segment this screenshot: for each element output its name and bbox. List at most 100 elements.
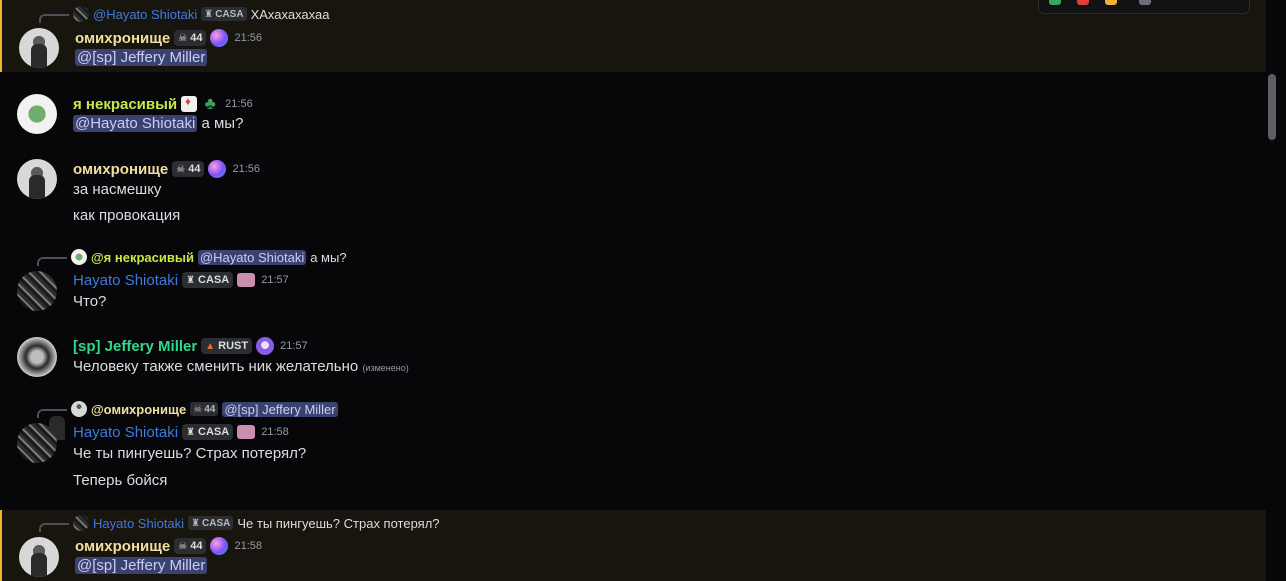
- orb-badge-icon: [208, 160, 227, 178]
- pink-badge-icon: [237, 273, 256, 287]
- reply-text: Че ты пингуешь? Страх потерял?: [237, 515, 440, 531]
- clover-icon: ♣: [204, 94, 216, 113]
- timestamp: 21:56: [225, 98, 253, 110]
- author-name[interactable]: я некрасивый: [73, 96, 177, 113]
- avatar[interactable]: [17, 337, 57, 377]
- message[interactable]: @я некрасивый @Hayato Shiotaki а мы? Hay…: [0, 248, 1264, 318]
- message-text: Человеку также сменить ник желательно: [73, 358, 359, 375]
- tag-text: CASA: [198, 426, 230, 438]
- message-text: как провокация: [73, 207, 181, 224]
- server-tag[interactable]: ☠ 44: [174, 538, 207, 554]
- reply-author[interactable]: @омихронище: [91, 402, 186, 417]
- reply-text: а мы?: [310, 249, 347, 265]
- message-header: я некрасивый ♣ 21:56: [73, 94, 253, 114]
- reply-tag-text: 44: [204, 403, 216, 415]
- message-header: омихронище ☠ 44 21:56: [75, 28, 262, 48]
- reply-tag: ☠ 44: [190, 402, 219, 416]
- tag-text: 44: [190, 32, 203, 44]
- server-tag[interactable]: ♜ CASA: [182, 272, 234, 288]
- server-tag[interactable]: ☠ 44: [174, 30, 207, 46]
- user-mention[interactable]: @Hayato Shiotaki: [73, 115, 198, 132]
- user-mention[interactable]: @[sp] Jeffery Miller: [75, 49, 208, 66]
- reaction-check-icon[interactable]: [1049, 0, 1061, 5]
- edited-label: (изменено): [362, 363, 409, 373]
- skull-icon: ☠: [178, 32, 188, 44]
- reaction-smile-icon[interactable]: [1105, 0, 1117, 5]
- server-tag[interactable]: ▲ RUST: [201, 338, 253, 354]
- message[interactable]: [sp] Jeffery Miller ▲ RUST 21:57 Человеку…: [0, 335, 1264, 385]
- reply-preview[interactable]: @омихронище ☠ 44 @[sp] Jeffery Miller: [37, 400, 338, 418]
- timestamp: 21:58: [261, 426, 289, 438]
- message[interactable]: @омихронище ☠ 44 @[sp] Jeffery Miller Hay…: [0, 400, 1264, 495]
- avatar[interactable]: [17, 271, 57, 311]
- reply-avatar: [71, 249, 87, 265]
- message-text: Что?: [73, 293, 107, 310]
- skull-icon: ☠: [178, 540, 188, 552]
- chat-messages: @Hayato Shiotaki ♜ CASA ХАхахахахаа омихр…: [0, 0, 1286, 581]
- reply-preview[interactable]: @Hayato Shiotaki ♜ CASA ХАхахахахаа: [39, 5, 329, 23]
- reply-mention[interactable]: @[sp] Jeffery Miller: [222, 401, 338, 417]
- message-text: Че ты пингуешь? Страх потерял?: [73, 445, 307, 462]
- reply-spine: [39, 14, 69, 23]
- reply-author[interactable]: @я некрасивый: [91, 250, 194, 265]
- avatar[interactable]: [17, 94, 57, 134]
- avatar[interactable]: [19, 28, 59, 68]
- message-actions-popup: [1038, 0, 1250, 14]
- casa-icon: ♜: [204, 8, 214, 20]
- message-text: Теперь бойся: [73, 472, 168, 489]
- reply-tag: ♜ CASA: [188, 516, 234, 530]
- author-name[interactable]: Hayato Shiotaki: [73, 424, 178, 441]
- reply-avatar: [73, 6, 89, 22]
- message-header: [sp] Jeffery Miller ▲ RUST 21:57: [73, 336, 308, 356]
- message-header: Hayato Shiotaki ♜ CASA 21:57: [73, 270, 289, 290]
- timestamp: 21:57: [280, 340, 308, 352]
- reply-avatar: [73, 515, 89, 531]
- message-content: @[sp] Jeffery Miller: [75, 557, 208, 574]
- more-reactions-icon[interactable]: [1139, 0, 1151, 5]
- reaction-heart-icon[interactable]: [1077, 0, 1089, 5]
- avatar[interactable]: [17, 423, 57, 463]
- orb-badge-icon: [210, 29, 229, 47]
- reply-avatar: [71, 401, 87, 417]
- scrollbar-thumb[interactable]: [1268, 74, 1276, 140]
- server-tag[interactable]: ♜ CASA: [182, 424, 234, 440]
- message-content: @[sp] Jeffery Miller: [75, 49, 208, 66]
- casa-icon: ♜: [186, 274, 196, 286]
- message-header: Hayato Shiotaki ♜ CASA 21:58: [73, 422, 289, 442]
- tag-text: 44: [188, 163, 201, 175]
- reply-preview[interactable]: @я некрасивый @Hayato Shiotaki а мы?: [37, 248, 347, 266]
- message[interactable]: омихронище ☠ 44 21:56 за насмешку как про…: [0, 157, 1264, 233]
- avatar[interactable]: [17, 159, 57, 199]
- reply-text: ХАхахахахаа: [250, 6, 330, 22]
- author-name[interactable]: Hayato Shiotaki: [73, 272, 178, 289]
- author-name[interactable]: омихронище: [75, 538, 170, 555]
- author-name[interactable]: [sp] Jeffery Miller: [73, 338, 197, 355]
- orb-badge-icon: [210, 537, 229, 555]
- reply-spine: [39, 523, 69, 532]
- avatar[interactable]: [19, 537, 59, 577]
- message-content: @Hayato Shiotaki а мы?: [73, 115, 243, 132]
- message-text: а мы?: [201, 115, 244, 132]
- skull-icon: ☠: [193, 403, 203, 415]
- timestamp: 21:57: [261, 274, 289, 286]
- playing-card-icon: [181, 96, 198, 112]
- reply-spine: [37, 257, 67, 266]
- timestamp: 21:58: [234, 540, 262, 552]
- reply-preview[interactable]: Hayato Shiotaki ♜ CASA Че ты пингуешь? Ст…: [39, 514, 440, 532]
- message-text: за насмешку: [73, 181, 162, 198]
- user-mention[interactable]: @[sp] Jeffery Miller: [75, 557, 208, 574]
- reply-author[interactable]: @Hayato Shiotaki: [93, 7, 197, 22]
- author-name[interactable]: омихронище: [73, 161, 168, 178]
- message-mentioned[interactable]: Hayato Shiotaki ♜ CASA Че ты пингуешь? Ст…: [0, 510, 1266, 581]
- server-tag[interactable]: ☠ 44: [172, 161, 205, 177]
- reply-mention[interactable]: @Hayato Shiotaki: [197, 249, 307, 265]
- reply-tag-text: CASA: [202, 517, 231, 529]
- author-name[interactable]: омихронище: [75, 30, 170, 47]
- tag-text: RUST: [218, 340, 249, 352]
- casa-icon: ♜: [186, 426, 196, 438]
- casa-icon: ♜: [191, 517, 201, 529]
- tag-text: CASA: [198, 274, 230, 286]
- reply-author[interactable]: Hayato Shiotaki: [93, 516, 184, 531]
- ghost-badge-icon: [256, 337, 275, 355]
- message[interactable]: я некрасивый ♣ 21:56 @Hayato Shiotaki а …: [0, 92, 1264, 142]
